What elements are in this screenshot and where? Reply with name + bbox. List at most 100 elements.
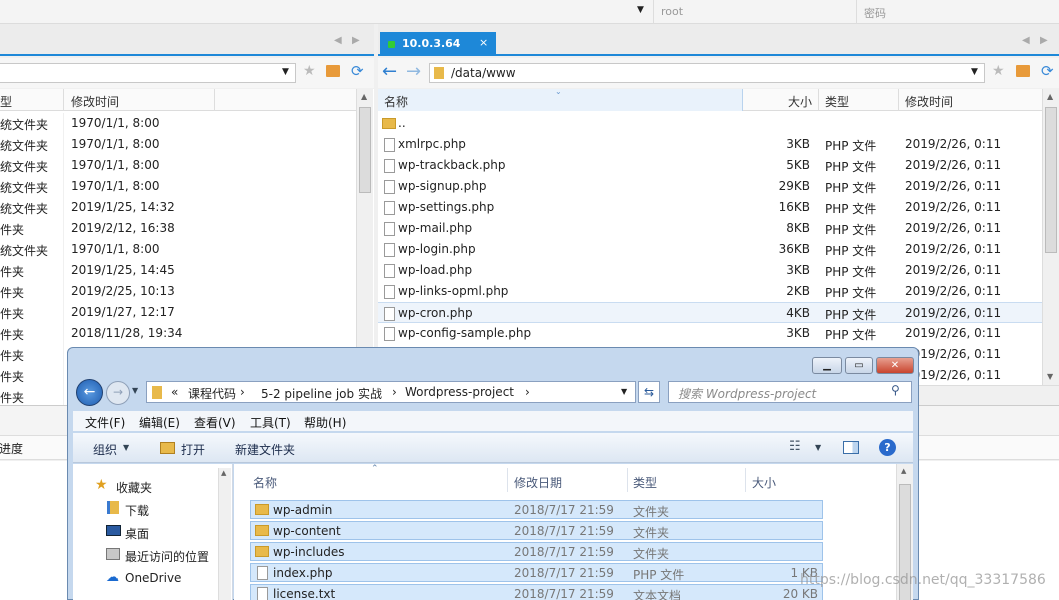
dropdown-arrow-icon[interactable]: ▼ <box>637 5 644 15</box>
left-path-input[interactable]: ▼ <box>0 63 296 83</box>
table-row[interactable]: 文件夹 2019/2/25, 10:13 <box>0 281 356 302</box>
table-row[interactable]: wp-trackback.php 5KB PHP 文件 2019/2/26, 0:11 <box>378 155 1042 176</box>
star-icon[interactable]: ★ <box>992 63 1005 79</box>
table-row[interactable]: wp-load.php 3KB PHP 文件 2019/2/26, 0:11 <box>378 260 1042 281</box>
folder-icon <box>255 525 269 536</box>
breadcrumb-item[interactable]: 5-2 pipeline job 实战 <box>261 385 382 402</box>
col-date[interactable]: 修改日期 <box>514 474 562 491</box>
forward-button[interactable]: → <box>106 381 130 405</box>
table-row[interactable]: wp-links-opml.php 2KB PHP 文件 2019/2/26, 0:1… <box>378 281 1042 302</box>
scroll-thumb[interactable] <box>1045 107 1057 253</box>
nav-favorites[interactable]: 收藏夹 <box>116 479 152 496</box>
preview-pane-icon[interactable] <box>843 441 859 454</box>
breadcrumb-item[interactable]: 课程代码 <box>188 385 236 402</box>
back-arrow-icon[interactable]: ← <box>382 61 397 82</box>
file-icon <box>257 587 268 600</box>
organize-button[interactable]: 组织 <box>93 441 117 458</box>
breadcrumb-item[interactable]: Wordpress-project <box>405 385 514 399</box>
star-icon[interactable]: ★ <box>303 63 316 79</box>
scroll-left-icon[interactable]: ◀ <box>334 35 342 46</box>
table-row[interactable]: 系统文件夹 1970/1/1, 8:00 <box>0 134 356 155</box>
col-type[interactable]: 类型 <box>0 93 12 110</box>
menu-file[interactable]: 文件(F) <box>85 414 125 431</box>
refresh-button[interactable]: ⇆ <box>638 381 660 403</box>
scroll-right-icon[interactable]: ▶ <box>352 35 360 46</box>
dropdown-arrow-icon[interactable]: ▼ <box>621 387 627 396</box>
table-row[interactable]: 系统文件夹 1970/1/1, 8:00 <box>0 176 356 197</box>
username-field[interactable]: root <box>661 5 683 18</box>
list-item[interactable]: license.txt 2018/7/17 21:59 文本文档 20 KB <box>250 584 823 600</box>
scroll-up-icon[interactable]: ▲ <box>361 92 367 101</box>
dropdown-arrow-icon[interactable]: ▼ <box>282 67 289 77</box>
minimize-button[interactable]: ▁ <box>812 357 842 374</box>
dropdown-arrow-icon[interactable]: ▼ <box>123 443 129 452</box>
remote-path-input[interactable]: /data/www ▼ <box>429 63 985 83</box>
table-row[interactable]: 文件夹 2018/11/28, 19:34 <box>0 323 356 344</box>
table-row[interactable]: 文件夹 2019/1/27, 12:17 <box>0 302 356 323</box>
breadcrumb-separator-icon[interactable]: › <box>392 385 397 399</box>
col-mtime[interactable]: 修改时间 <box>71 93 119 110</box>
table-row[interactable]: wp-signup.php 29KB PHP 文件 2019/2/26, 0:11 <box>378 176 1042 197</box>
home-icon[interactable] <box>1016 65 1030 77</box>
dropdown-arrow-icon[interactable]: ▼ <box>971 67 978 77</box>
close-icon[interactable]: × <box>479 36 488 49</box>
table-row[interactable]: 文件夹 2019/2/12, 16:38 <box>0 218 356 239</box>
recent-pages-icon[interactable]: ▼ <box>132 386 138 395</box>
table-row[interactable]: wp-config-sample.php 3KB PHP 文件 2019/2/26, … <box>378 323 1042 344</box>
col-name[interactable]: 名称 <box>384 93 408 110</box>
close-button[interactable]: ✕ <box>876 357 914 374</box>
scroll-thumb[interactable] <box>359 107 371 193</box>
scroll-up-icon[interactable]: ▲ <box>221 469 226 477</box>
scroll-left-icon[interactable]: ◀ <box>1022 35 1030 46</box>
table-row[interactable]: .. <box>378 113 1042 134</box>
col-type[interactable]: 类型 <box>825 93 849 110</box>
home-icon[interactable] <box>326 65 340 77</box>
refresh-icon[interactable]: ⟳ <box>351 62 364 80</box>
help-icon[interactable]: ? <box>879 439 896 456</box>
col-type[interactable]: 类型 <box>633 474 657 491</box>
search-box[interactable]: 搜索 Wordpress-project ⚲ <box>668 381 912 403</box>
search-icon[interactable]: ⚲ <box>891 383 900 397</box>
table-row[interactable]: 系统文件夹 2019/1/25, 14:32 <box>0 197 356 218</box>
forward-arrow-icon[interactable]: → <box>406 61 421 82</box>
menu-view[interactable]: 查看(V) <box>194 414 236 431</box>
table-row[interactable]: xmlrpc.php 3KB PHP 文件 2019/2/26, 0:11 <box>378 134 1042 155</box>
col-mtime[interactable]: 修改时间 <box>905 93 953 110</box>
back-button[interactable]: ← <box>76 379 103 406</box>
list-item[interactable]: wp-includes 2018/7/17 21:59 文件夹 <box>250 542 823 561</box>
breadcrumb-separator-icon[interactable]: › <box>240 385 245 399</box>
view-options-icon[interactable]: ☷ <box>789 439 801 454</box>
scroll-down-icon[interactable]: ▼ <box>1047 372 1053 381</box>
dropdown-arrow-icon[interactable]: ▼ <box>815 443 821 452</box>
tab-remote-host[interactable]: 10.0.3.64 × <box>380 32 496 56</box>
list-item[interactable]: wp-admin 2018/7/17 21:59 文件夹 <box>250 500 823 519</box>
password-field[interactable]: 密码 <box>864 5 886 21</box>
scroll-up-icon[interactable]: ▲ <box>1047 92 1053 101</box>
breadcrumb-overflow[interactable]: « <box>171 385 178 399</box>
scroll-up-icon[interactable]: ▲ <box>901 467 906 475</box>
table-row[interactable]: wp-mail.php 8KB PHP 文件 2019/2/26, 0:11 <box>378 218 1042 239</box>
table-row[interactable]: wp-cron.php 4KB PHP 文件 2019/2/26, 0:11 <box>378 302 1042 323</box>
table-row[interactable]: wp-settings.php 16KB PHP 文件 2019/2/26, 0:11 <box>378 197 1042 218</box>
list-item[interactable]: wp-content 2018/7/17 21:59 文件夹 <box>250 521 823 540</box>
table-row[interactable]: 系统文件夹 1970/1/1, 8:00 <box>0 239 356 260</box>
menu-edit[interactable]: 编辑(E) <box>139 414 180 431</box>
list-item[interactable]: index.php 2018/7/17 21:59 PHP 文件 1 KB <box>250 563 823 582</box>
menu-tools[interactable]: 工具(T) <box>250 414 291 431</box>
col-size[interactable]: 大小 <box>788 93 812 110</box>
table-row[interactable]: wp-login.php 36KB PHP 文件 2019/2/26, 0:11 <box>378 239 1042 260</box>
new-folder-button[interactable]: 新建文件夹 <box>235 441 295 458</box>
table-row[interactable]: 系统文件夹 1970/1/1, 8:00 <box>0 155 356 176</box>
col-size[interactable]: 大小 <box>752 474 776 491</box>
refresh-icon[interactable]: ⟳ <box>1041 62 1054 80</box>
maximize-button[interactable]: ▭ <box>845 357 873 374</box>
table-row[interactable]: 系统文件夹 1970/1/1, 8:00 <box>0 113 356 134</box>
breadcrumb-separator-icon[interactable]: › <box>525 385 530 399</box>
address-bar[interactable]: « 课程代码 › 5-2 pipeline job 实战 › Wordpress… <box>146 381 636 403</box>
col-name[interactable]: 名称 <box>253 474 277 491</box>
menu-help[interactable]: 帮助(H) <box>304 414 346 431</box>
open-button[interactable]: 打开 <box>181 441 205 458</box>
right-scrollbar[interactable]: ▲ ▼ <box>1042 89 1059 385</box>
table-row[interactable]: 文件夹 2019/1/25, 14:45 <box>0 260 356 281</box>
scroll-right-icon[interactable]: ▶ <box>1040 35 1048 46</box>
